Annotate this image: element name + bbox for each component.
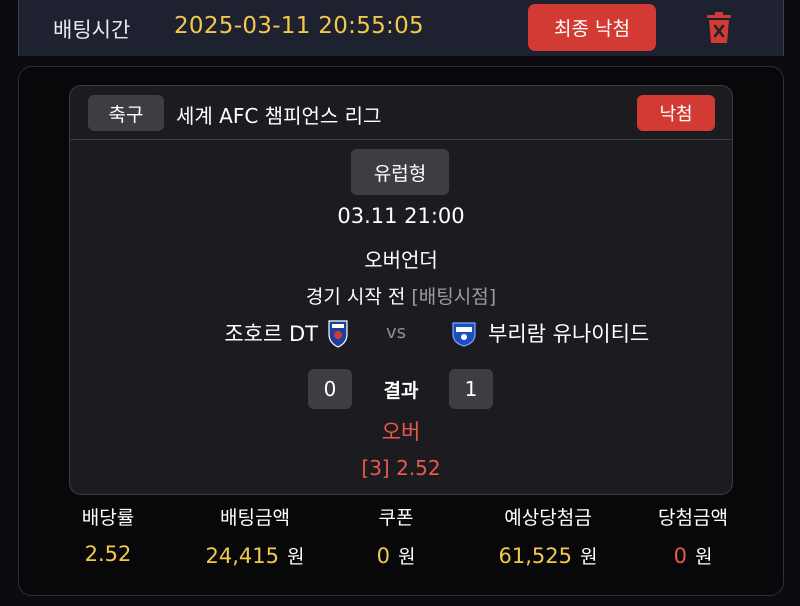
bet-time-label: 배팅시간 <box>53 18 131 42</box>
bet-type-chip: 유럽형 <box>351 149 449 195</box>
odds-label: 배당률 <box>81 507 135 529</box>
sport-chip: 축구 <box>88 95 164 131</box>
bet-detail-panel: 축구 세계 AFC 챔피언스 리그 낙첨 유럽형 03.11 21:00 오버언… <box>18 66 784 596</box>
summary-coupon: 쿠폰 0원 <box>353 503 439 569</box>
result-badge: 낙첨 <box>637 95 715 131</box>
coupon-label: 쿠폰 <box>378 507 414 529</box>
bet-amount-label: 배팅금액 <box>220 507 290 529</box>
trash-icon[interactable] <box>706 12 732 44</box>
result-label: 결과 <box>383 380 419 402</box>
bet-amount-value: 24,415 <box>205 544 279 568</box>
summary-odds: 배당률 2.52 <box>63 503 153 566</box>
odds-value: 2.52 <box>84 542 132 566</box>
win-amount-unit: 원 <box>694 546 713 568</box>
summary-bet-amount: 배팅금액 24,415 원 <box>189 503 321 569</box>
final-result-button[interactable]: 최종 낙첨 <box>528 4 656 51</box>
home-team-name: 조호르 DT <box>224 322 318 346</box>
expected-win-value: 61,525 <box>498 544 572 568</box>
win-amount-value: 0 <box>673 544 687 568</box>
league-name: 세계 AFC 챔피언스 리그 <box>176 104 382 128</box>
bet-point-label: [배팅시점] <box>411 286 497 308</box>
home-team-logo-icon <box>328 320 348 348</box>
match-time: 03.11 21:00 <box>337 204 465 228</box>
away-team-name: 부리람 유나이티드 <box>488 322 650 346</box>
card-divider <box>70 139 732 140</box>
market-name: 오버언더 <box>364 248 438 272</box>
bet-pick: 오버 <box>381 420 421 444</box>
away-team-logo-icon <box>452 322 476 347</box>
home-score: 0 <box>308 369 352 409</box>
coupon-unit: 원 <box>397 546 416 568</box>
summary-win-amount: 당첨금액 0원 <box>643 503 743 569</box>
bet-time-value: 2025-03-11 20:55:05 <box>174 13 424 39</box>
bet-header-bar: 배팅시간 2025-03-11 20:55:05 최종 낙첨 <box>18 0 784 56</box>
expected-win-unit: 원 <box>580 546 598 568</box>
match-status-line: 경기 시작 전 [배팅시점] <box>70 282 732 309</box>
match-card: 축구 세계 AFC 챔피언스 리그 낙첨 유럽형 03.11 21:00 오버언… <box>69 85 733 495</box>
expected-win-label: 예상당첨금 <box>504 507 592 529</box>
coupon-value: 0 <box>376 544 390 568</box>
match-status: 경기 시작 전 <box>305 286 406 308</box>
bet-amount-unit: 원 <box>287 546 305 568</box>
summary-expected-win: 예상당첨금 61,525 원 <box>473 503 623 569</box>
vs-label: vs <box>386 322 407 343</box>
away-score: 1 <box>449 369 493 409</box>
pick-odds-line: [3] 2.52 <box>361 456 441 480</box>
win-amount-label: 당첨금액 <box>658 507 728 529</box>
bet-summary: 배당률 2.52 배팅금액 24,415 원 쿠폰 0원 예상당첨금 61,525… <box>19 503 783 583</box>
